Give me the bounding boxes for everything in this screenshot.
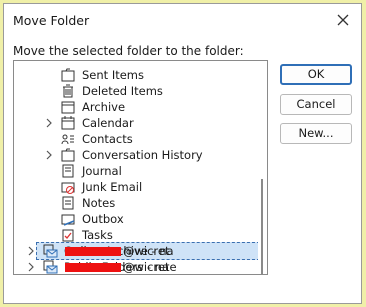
tree-item[interactable]: Notes	[14, 195, 260, 211]
trash-icon	[63, 84, 73, 98]
contacts-icon	[61, 134, 74, 145]
archive-icon	[61, 101, 75, 114]
notes-icon	[62, 196, 74, 210]
tree-item-suffix: @wicret	[123, 244, 170, 258]
tree-item-suffix: @wicrete	[123, 260, 177, 274]
folder-icon	[61, 148, 75, 162]
mailbox-icon	[43, 244, 58, 258]
tree-item-label: Junk Email	[82, 180, 143, 194]
tree-item-label: Outbox	[82, 212, 124, 226]
tree-item-label: Tasks	[82, 228, 113, 242]
tree-item-label: Deleted Items	[82, 84, 163, 98]
tree-item[interactable]: Contacts	[14, 131, 260, 147]
redaction-bar	[65, 263, 121, 272]
tree-item-label: Journal	[82, 164, 122, 178]
title-bar: Move Folder	[4, 4, 361, 37]
tree-item-label: Sent Items	[82, 68, 144, 82]
mailbox-icon	[43, 260, 58, 274]
chevron-right-icon[interactable]	[26, 245, 36, 257]
chevron-right-icon[interactable]	[44, 117, 54, 129]
tree-item[interactable]: Junk Email	[14, 179, 260, 195]
chevron-right-icon[interactable]	[44, 149, 54, 161]
new-folder-button[interactable]: New...	[280, 123, 352, 144]
move-folder-dialog: Move Folder Move the selected folder to …	[3, 3, 362, 304]
cancel-button[interactable]: Cancel	[280, 94, 352, 115]
junk-icon	[61, 182, 75, 194]
move-prompt: Move the selected folder to the folder:	[13, 44, 244, 58]
tree-item[interactable]: Conversation History	[14, 147, 260, 163]
tree-item[interactable]: Online Archive - na@wicret	[14, 242, 260, 260]
outbox-icon	[61, 214, 75, 226]
journal-icon	[62, 164, 74, 178]
folder-icon	[61, 68, 75, 82]
tree-item[interactable]: Public Folders - na@wicrete	[14, 259, 260, 274]
tree-item-label: Archive	[82, 100, 126, 114]
scrollbar-thumb[interactable]	[261, 179, 263, 274]
tree-item[interactable]: Journal	[14, 163, 260, 179]
redaction-bar	[65, 247, 121, 256]
tree-item[interactable]: Sent Items	[14, 67, 260, 83]
tree-item[interactable]: Deleted Items	[14, 83, 260, 99]
vertical-scrollbar[interactable]	[258, 61, 267, 274]
tree-item-label: Conversation History	[82, 148, 203, 162]
tree-item[interactable]: Calendar	[14, 115, 260, 131]
chevron-right-icon[interactable]	[26, 261, 36, 273]
tree-item[interactable]: Tasks	[14, 227, 260, 243]
tree-item[interactable]: Outbox	[14, 211, 260, 227]
tree-item[interactable]: Archive	[14, 99, 260, 115]
dialog-title: Move Folder	[13, 13, 90, 28]
tree-item-label: Contacts	[82, 132, 133, 146]
calendar-icon	[61, 116, 75, 130]
ok-button[interactable]: OK	[280, 64, 352, 85]
tree-item-label: Notes	[82, 196, 116, 210]
close-icon[interactable]	[335, 12, 351, 28]
folder-tree[interactable]: Sent Items Deleted Items Archive Calendar Co…	[13, 60, 268, 275]
tasks-icon	[62, 229, 74, 242]
tree-item-label: Calendar	[82, 116, 134, 130]
